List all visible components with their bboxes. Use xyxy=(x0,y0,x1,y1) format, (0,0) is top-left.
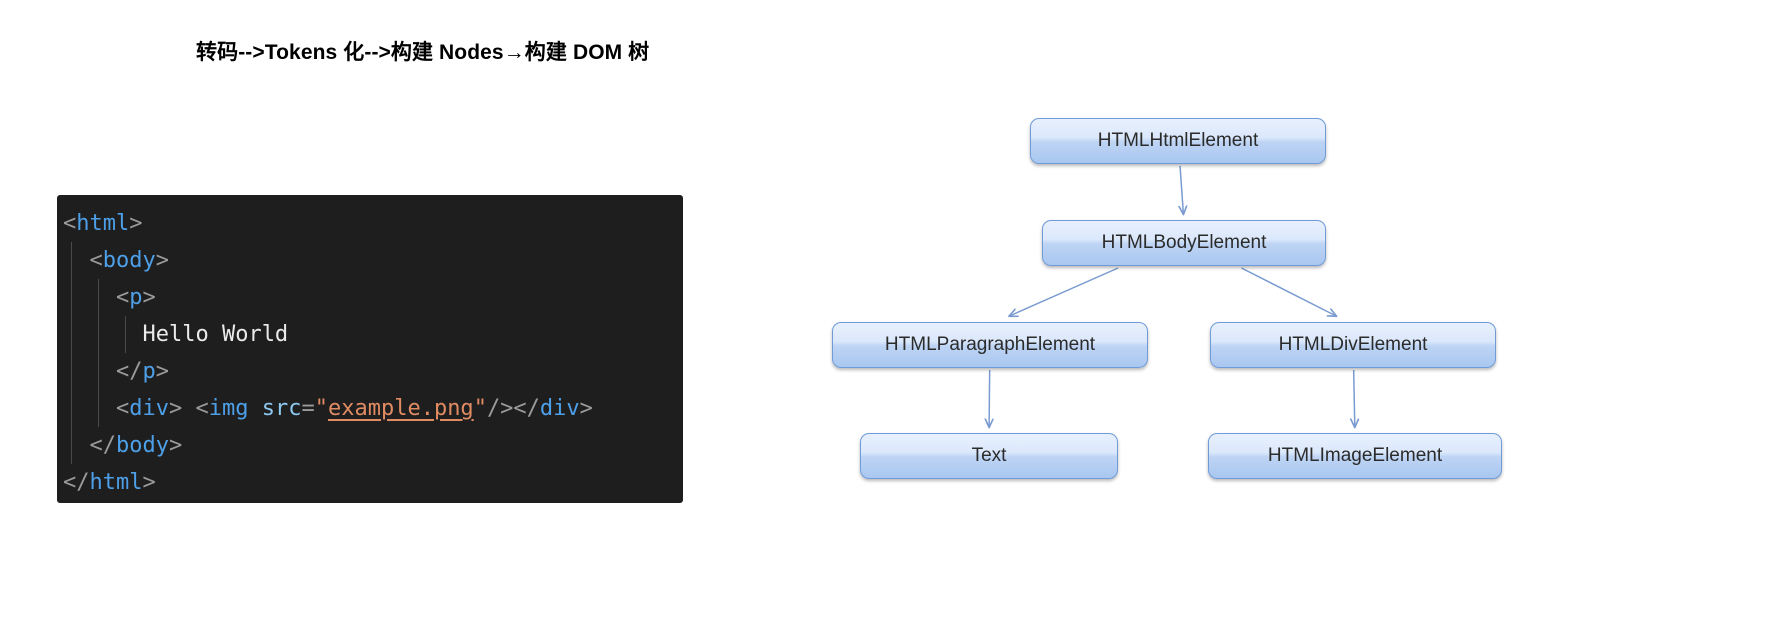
dom-node-label: HTMLDivElement xyxy=(1278,334,1428,355)
code-token-punct: < xyxy=(89,248,103,273)
code-token-tag: p xyxy=(142,359,156,384)
dom-edge-div-to-image xyxy=(1354,369,1355,427)
indent-guide xyxy=(71,279,72,316)
dom-node-label: HTMLImageElement xyxy=(1267,445,1443,466)
code-token-punct: > < xyxy=(168,396,209,421)
dom-node-label: HTMLBodyElement xyxy=(1101,232,1267,253)
dom-node-div: HTMLDivElement xyxy=(1210,322,1496,368)
code-token-tag: html xyxy=(89,470,143,495)
dom-edge-body-to-paragraph xyxy=(1009,267,1119,316)
code-token-plain: Hello World xyxy=(142,322,289,347)
code-token-punct: > xyxy=(168,433,183,458)
code-token-punct: > xyxy=(155,248,169,273)
code-token-tag: img xyxy=(208,396,249,421)
indent-guide xyxy=(98,316,99,353)
code-token-punct: > xyxy=(579,396,593,421)
code-token-str: " xyxy=(473,396,487,421)
dom-node-body: HTMLBodyElement xyxy=(1042,220,1326,266)
indent-guide xyxy=(71,316,72,353)
dom-node-text: Text xyxy=(860,433,1118,479)
code-token-tag: body xyxy=(116,433,169,458)
dom-node-image: HTMLImageElement xyxy=(1208,433,1502,479)
code-token-punct: > xyxy=(129,211,143,236)
code-line: <p> xyxy=(63,279,593,316)
code-token-punct: < xyxy=(63,211,77,236)
code-token-punct: = xyxy=(301,396,315,421)
indent-guide xyxy=(71,390,72,427)
code-token-tag: div xyxy=(129,396,169,421)
code-token-punct: > xyxy=(142,285,156,310)
code-token-punct: </ xyxy=(115,359,143,384)
indent-guide xyxy=(98,353,99,390)
code-token-tag: div xyxy=(539,396,580,421)
code-line: </p> xyxy=(63,353,593,390)
code-token-str-val: example.png xyxy=(327,396,474,421)
code-token-attr: src xyxy=(261,396,302,421)
code-token-tag: p xyxy=(129,285,143,310)
code-line: </html> xyxy=(63,464,593,501)
code-line: <body> xyxy=(63,242,593,279)
code-token-punct: </ xyxy=(89,433,117,458)
code-token-str: " xyxy=(314,396,328,421)
dom-node-html: HTMLHtmlElement xyxy=(1030,118,1326,164)
indent-guide xyxy=(71,353,72,390)
code-token-punct: < xyxy=(115,396,130,421)
dom-node-label: Text xyxy=(971,445,1007,466)
code-token-punct: > xyxy=(142,470,156,495)
code-block: <html> <body> <p> Hello World </p> <div>… xyxy=(57,195,683,503)
indent-guide xyxy=(125,316,126,353)
code-token-punct: </ xyxy=(63,470,90,495)
dom-edge-paragraph-to-text xyxy=(989,369,990,427)
dom-edge-html-to-body xyxy=(1180,165,1183,214)
dom-node-label: HTMLHtmlElement xyxy=(1097,130,1259,151)
page-title: 转码-->Tokens 化-->构建 Nodes→构建 DOM 树 xyxy=(196,41,650,64)
code-line: <html> xyxy=(63,205,593,242)
indent-guide xyxy=(71,427,72,464)
code-token-punct: /></ xyxy=(486,396,540,421)
code-token-tag: html xyxy=(76,211,130,236)
code-token-tag: body xyxy=(102,248,156,273)
dom-tree-diagram: HTMLHtmlElement HTMLBodyElement HTMLParagr… xyxy=(820,100,1540,510)
indent-guide xyxy=(71,242,72,279)
code-block-content: <html> <body> <p> Hello World </p> <div>… xyxy=(63,205,593,501)
indent-guide xyxy=(98,390,99,427)
code-token-punct: < xyxy=(115,285,130,310)
indent-guide xyxy=(98,279,99,316)
code-token-punct: > xyxy=(155,359,169,384)
dom-node-label: HTMLParagraphElement xyxy=(884,334,1096,355)
code-line: <div> <img src="example.png"/></div> xyxy=(63,390,593,427)
code-line: Hello World xyxy=(63,316,593,353)
dom-edge-body-to-div xyxy=(1241,267,1336,316)
dom-node-paragraph: HTMLParagraphElement xyxy=(832,322,1148,368)
code-line: </body> xyxy=(63,427,593,464)
